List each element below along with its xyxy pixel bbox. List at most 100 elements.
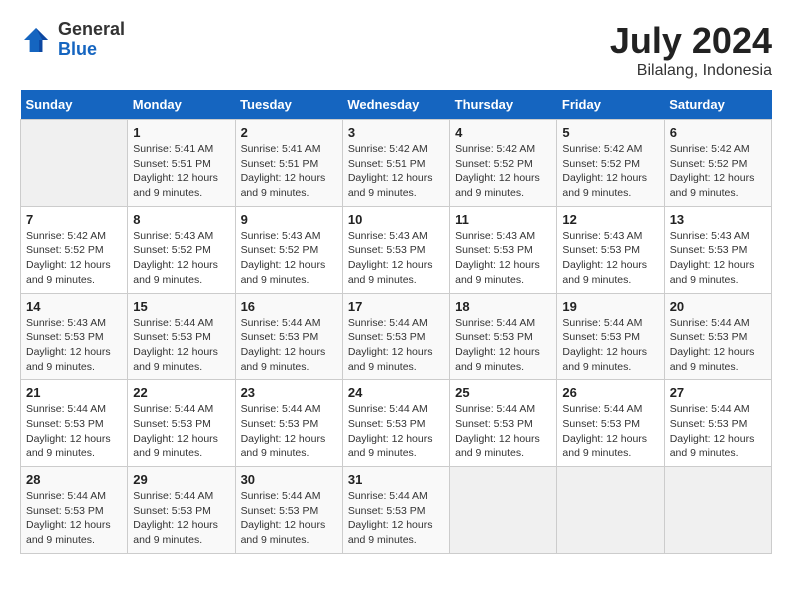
logo: General Blue: [20, 20, 125, 60]
calendar-cell: 27Sunrise: 5:44 AMSunset: 5:53 PMDayligh…: [664, 380, 771, 467]
logo-blue: Blue: [58, 39, 97, 59]
weekday-header-sunday: Sunday: [21, 90, 128, 120]
day-number: 12: [562, 212, 658, 227]
day-number: 21: [26, 385, 122, 400]
logo-icon: [20, 24, 52, 56]
calendar-cell: 19 Sunrise: 5:44 AMSunset: 5:53 PMDayligh…: [557, 293, 664, 380]
calendar-cell: 29 Sunrise: 5:44 AMSunset: 5:53 PMDayligh…: [128, 467, 235, 554]
weekday-header-thursday: Thursday: [450, 90, 557, 120]
calendar-cell: 24Sunrise: 5:44 AMSunset: 5:53 PMDayligh…: [342, 380, 449, 467]
calendar-cell: 31 Sunrise: 5:44 AMSunset: 5:53 PMDayligh…: [342, 467, 449, 554]
day-number: 11: [455, 212, 551, 227]
day-number: 1: [133, 125, 229, 140]
day-info: Sunrise: 5:44 AMSunset: 5:53 PMDaylight:…: [562, 402, 658, 461]
day-number: 24: [348, 385, 444, 400]
day-info: Sunrise: 5:44 AMSunset: 5:53 PMDaylight:…: [133, 489, 229, 548]
day-info: Sunrise: 5:43 AMSunset: 5:53 PMDaylight:…: [670, 229, 766, 288]
day-info: Sunrise: 5:43 AMSunset: 5:52 PMDaylight:…: [241, 229, 337, 288]
day-number: 29: [133, 472, 229, 487]
calendar-cell: 21 Sunrise: 5:44 AMSunset: 5:53 PMDayligh…: [21, 380, 128, 467]
calendar-cell: [21, 120, 128, 207]
calendar-cell: 15Sunrise: 5:44 AMSunset: 5:53 PMDayligh…: [128, 293, 235, 380]
day-info: Sunrise: 5:43 AMSunset: 5:53 PMDaylight:…: [455, 229, 551, 288]
calendar-cell: 7 Sunrise: 5:42 AMSunset: 5:52 PMDaylight…: [21, 206, 128, 293]
month-year-title: July 2024: [610, 20, 772, 62]
calendar-cell: [557, 467, 664, 554]
calendar-cell: 10 Sunrise: 5:43 AMSunset: 5:53 PMDayligh…: [342, 206, 449, 293]
day-number: 10: [348, 212, 444, 227]
day-info: Sunrise: 5:44 AMSunset: 5:53 PMDaylight:…: [26, 489, 122, 548]
day-number: 2: [241, 125, 337, 140]
day-number: 31: [348, 472, 444, 487]
calendar-cell: 3Sunrise: 5:42 AMSunset: 5:51 PMDaylight…: [342, 120, 449, 207]
calendar-cell: 23 Sunrise: 5:44 AMSunset: 5:53 PMDayligh…: [235, 380, 342, 467]
day-number: 30: [241, 472, 337, 487]
day-number: 23: [241, 385, 337, 400]
day-number: 14: [26, 299, 122, 314]
day-number: 26: [562, 385, 658, 400]
calendar-cell: 6Sunrise: 5:42 AMSunset: 5:52 PMDaylight…: [664, 120, 771, 207]
day-info: Sunrise: 5:42 AMSunset: 5:52 PMDaylight:…: [26, 229, 122, 288]
day-info: Sunrise: 5:44 AMSunset: 5:53 PMDaylight:…: [26, 402, 122, 461]
day-number: 19: [562, 299, 658, 314]
calendar-cell: 25Sunrise: 5:44 AMSunset: 5:53 PMDayligh…: [450, 380, 557, 467]
day-info: Sunrise: 5:44 AMSunset: 5:53 PMDaylight:…: [241, 402, 337, 461]
calendar-cell: 12Sunrise: 5:43 AMSunset: 5:53 PMDayligh…: [557, 206, 664, 293]
day-info: Sunrise: 5:43 AMSunset: 5:53 PMDaylight:…: [26, 316, 122, 375]
calendar-cell: [450, 467, 557, 554]
day-info: Sunrise: 5:44 AMSunset: 5:53 PMDaylight:…: [455, 316, 551, 375]
day-info: Sunrise: 5:44 AMSunset: 5:53 PMDaylight:…: [562, 316, 658, 375]
calendar-cell: 16Sunrise: 5:44 AMSunset: 5:53 PMDayligh…: [235, 293, 342, 380]
calendar-cell: 20Sunrise: 5:44 AMSunset: 5:53 PMDayligh…: [664, 293, 771, 380]
day-number: 18: [455, 299, 551, 314]
calendar-cell: 4Sunrise: 5:42 AMSunset: 5:52 PMDaylight…: [450, 120, 557, 207]
day-info: Sunrise: 5:44 AMSunset: 5:53 PMDaylight:…: [348, 316, 444, 375]
calendar-week-row: 1 Sunrise: 5:41 AMSunset: 5:51 PMDaylight…: [21, 120, 772, 207]
day-info: Sunrise: 5:44 AMSunset: 5:53 PMDaylight:…: [133, 316, 229, 375]
calendar-cell: 26 Sunrise: 5:44 AMSunset: 5:53 PMDayligh…: [557, 380, 664, 467]
calendar-table: SundayMondayTuesdayWednesdayThursdayFrid…: [20, 90, 772, 554]
weekday-header-friday: Friday: [557, 90, 664, 120]
calendar-cell: [664, 467, 771, 554]
calendar-week-row: 21 Sunrise: 5:44 AMSunset: 5:53 PMDayligh…: [21, 380, 772, 467]
location-subtitle: Bilalang, Indonesia: [610, 62, 772, 80]
weekday-header-saturday: Saturday: [664, 90, 771, 120]
day-number: 13: [670, 212, 766, 227]
calendar-week-row: 7 Sunrise: 5:42 AMSunset: 5:52 PMDaylight…: [21, 206, 772, 293]
day-info: Sunrise: 5:42 AMSunset: 5:52 PMDaylight:…: [670, 142, 766, 201]
logo-text: General Blue: [58, 20, 125, 60]
day-number: 8: [133, 212, 229, 227]
day-info: Sunrise: 5:42 AMSunset: 5:52 PMDaylight:…: [562, 142, 658, 201]
calendar-cell: 30 Sunrise: 5:44 AMSunset: 5:53 PMDayligh…: [235, 467, 342, 554]
day-number: 20: [670, 299, 766, 314]
day-number: 9: [241, 212, 337, 227]
calendar-cell: 22 Sunrise: 5:44 AMSunset: 5:53 PMDayligh…: [128, 380, 235, 467]
weekday-header-wednesday: Wednesday: [342, 90, 449, 120]
day-info: Sunrise: 5:41 AMSunset: 5:51 PMDaylight:…: [241, 142, 337, 201]
day-info: Sunrise: 5:41 AMSunset: 5:51 PMDaylight:…: [133, 142, 229, 201]
calendar-cell: 2 Sunrise: 5:41 AMSunset: 5:51 PMDaylight…: [235, 120, 342, 207]
day-info: Sunrise: 5:44 AMSunset: 5:53 PMDaylight:…: [348, 489, 444, 548]
day-number: 16: [241, 299, 337, 314]
calendar-cell: 5 Sunrise: 5:42 AMSunset: 5:52 PMDaylight…: [557, 120, 664, 207]
calendar-cell: 8Sunrise: 5:43 AMSunset: 5:52 PMDaylight…: [128, 206, 235, 293]
weekday-header-monday: Monday: [128, 90, 235, 120]
day-number: 5: [562, 125, 658, 140]
calendar-cell: 11 Sunrise: 5:43 AMSunset: 5:53 PMDayligh…: [450, 206, 557, 293]
day-info: Sunrise: 5:43 AMSunset: 5:53 PMDaylight:…: [348, 229, 444, 288]
logo-general: General: [58, 19, 125, 39]
day-number: 17: [348, 299, 444, 314]
day-info: Sunrise: 5:44 AMSunset: 5:53 PMDaylight:…: [133, 402, 229, 461]
day-number: 7: [26, 212, 122, 227]
day-number: 4: [455, 125, 551, 140]
calendar-cell: 1 Sunrise: 5:41 AMSunset: 5:51 PMDaylight…: [128, 120, 235, 207]
calendar-header-row: SundayMondayTuesdayWednesdayThursdayFrid…: [21, 90, 772, 120]
day-number: 3: [348, 125, 444, 140]
day-info: Sunrise: 5:44 AMSunset: 5:53 PMDaylight:…: [241, 489, 337, 548]
calendar-cell: 14 Sunrise: 5:43 AMSunset: 5:53 PMDayligh…: [21, 293, 128, 380]
calendar-week-row: 14 Sunrise: 5:43 AMSunset: 5:53 PMDayligh…: [21, 293, 772, 380]
title-block: July 2024 Bilalang, Indonesia: [610, 20, 772, 80]
day-number: 22: [133, 385, 229, 400]
page-header: General Blue July 2024 Bilalang, Indones…: [20, 20, 772, 80]
calendar-week-row: 28Sunrise: 5:44 AMSunset: 5:53 PMDayligh…: [21, 467, 772, 554]
